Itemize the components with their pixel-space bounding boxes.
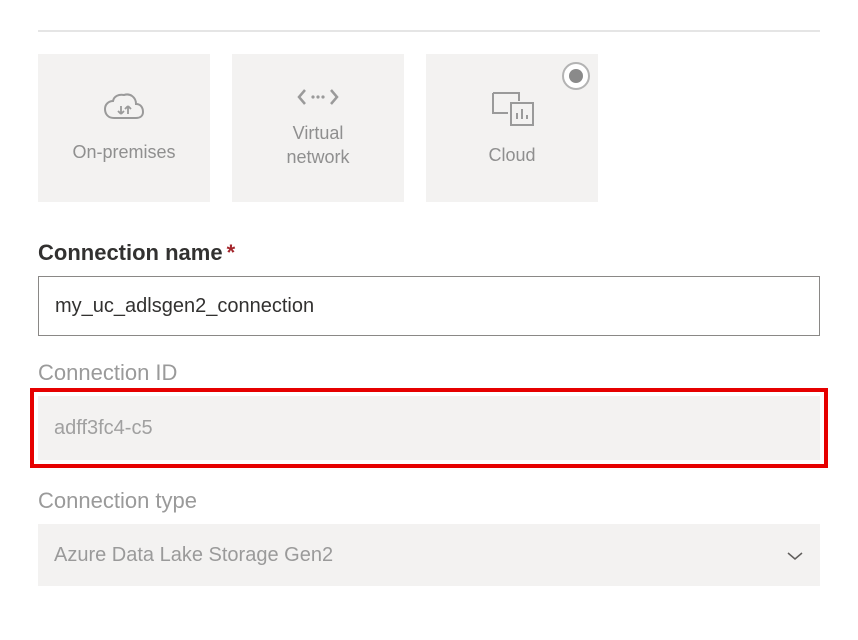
connection-type-select[interactable]: Azure Data Lake Storage Gen2 — [38, 524, 820, 586]
vnet-icon — [296, 87, 340, 107]
tile-label: Cloud — [488, 143, 535, 167]
tile-label: On-premises — [72, 140, 175, 164]
connection-type-label: Connection type — [38, 488, 820, 514]
connection-type-field: Connection type Azure Data Lake Storage … — [38, 488, 820, 586]
cloud-chart-icon — [489, 89, 535, 129]
top-separator — [38, 30, 820, 32]
connection-id-label: Connection ID — [38, 360, 820, 386]
connection-type-tiles: On-premises Virtual network — [38, 54, 820, 202]
radio-selected-icon — [562, 62, 590, 90]
cloud-onprem-icon — [102, 92, 146, 126]
connection-name-label: Connection name* — [38, 240, 820, 266]
tile-virtual-network[interactable]: Virtual network — [232, 54, 404, 202]
required-asterisk: * — [227, 240, 236, 265]
label-text: Connection name — [38, 240, 223, 265]
connection-name-input[interactable] — [38, 276, 820, 336]
tile-cloud[interactable]: Cloud — [426, 54, 598, 202]
connection-id-value: adff3fc4-c5 — [38, 396, 820, 460]
chevron-down-icon — [786, 544, 804, 567]
connection-id-text: adff3fc4-c5 — [54, 417, 153, 440]
tile-label: Virtual network — [286, 121, 349, 170]
connection-id-field: Connection ID — [38, 360, 820, 386]
tile-on-premises[interactable]: On-premises — [38, 54, 210, 202]
connection-name-field: Connection name* — [38, 240, 820, 336]
connection-type-value: Azure Data Lake Storage Gen2 — [54, 544, 333, 567]
connection-id-highlight: adff3fc4-c5 — [30, 388, 828, 468]
